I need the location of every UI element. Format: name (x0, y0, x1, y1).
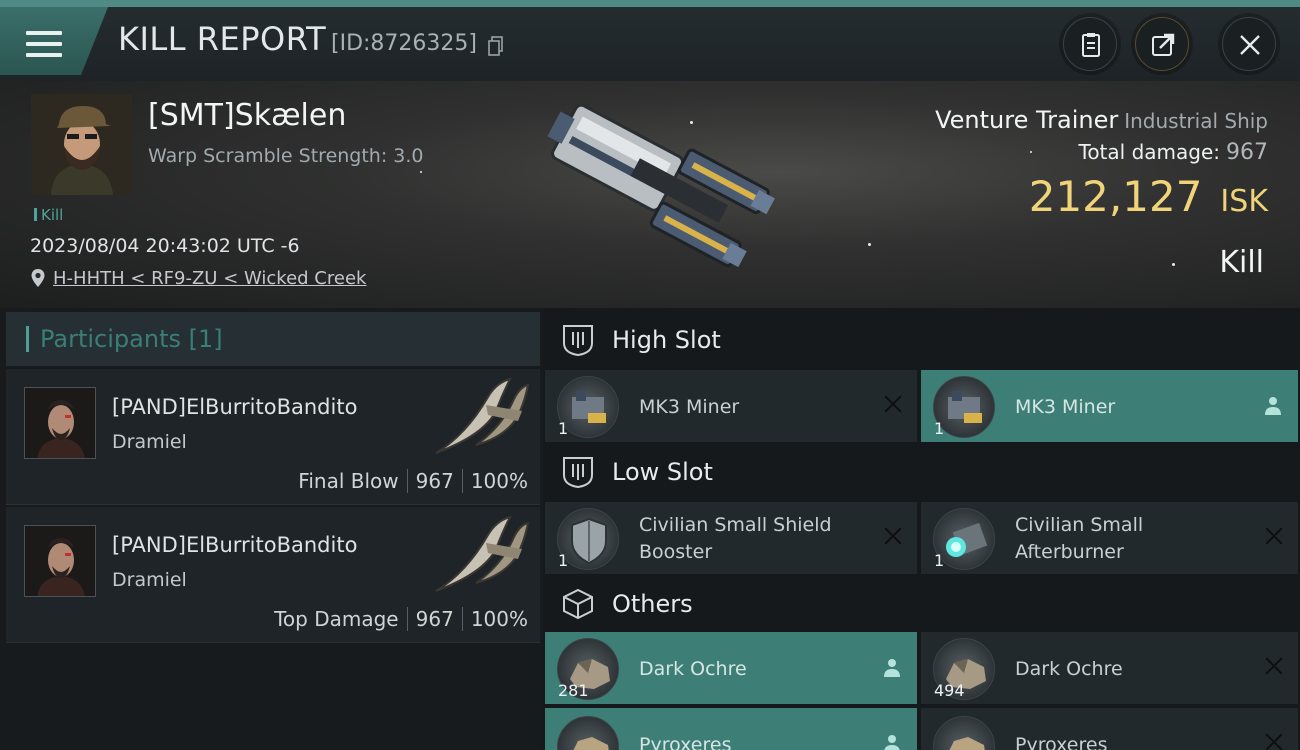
cargo-item[interactable]: Pyroxeres (545, 708, 917, 750)
module-item[interactable]: 1 Civilian Small Shield Booster (545, 502, 917, 574)
ship-info: Venture Trainer Industrial Ship (935, 106, 1268, 134)
participant-ship-image[interactable] (426, 513, 530, 593)
victim-name[interactable]: [SMT]Skælen (148, 98, 346, 133)
participant-ship: Dramiel (112, 569, 187, 591)
cargo-box-icon (563, 588, 593, 620)
module-item[interactable]: 1 MK3 Miner (545, 370, 917, 442)
participant-percent: 100% (470, 607, 528, 631)
ship-image[interactable] (515, 88, 790, 298)
page-title: KILL REPORT (118, 20, 327, 58)
close-button[interactable] (1222, 17, 1276, 71)
item-name: Dark Ochre (1015, 658, 1123, 680)
total-damage: Total damage: 967 (1079, 140, 1269, 165)
isk-value: 212,127 ISK (1029, 172, 1268, 221)
copy-icon[interactable] (488, 36, 504, 56)
item-quantity: 1 (558, 419, 569, 438)
item-name-line2: Booster (639, 541, 713, 563)
location-link[interactable]: H-HHTH < RF9-ZU < Wicked Creek (53, 268, 366, 289)
clipboard-icon (1082, 33, 1100, 57)
item-quantity: 494 (934, 681, 965, 700)
module-item[interactable]: 1 Civilian Small Afterburner (921, 502, 1298, 574)
cargo-item[interactable]: 494 Dark Ochre (921, 632, 1298, 704)
warp-scramble-strength: Warp Scramble Strength: 3.0 (148, 145, 424, 167)
participant-ship: Dramiel (112, 431, 187, 453)
item-quantity: 1 (934, 551, 945, 570)
high-slot-label: High Slot (612, 326, 721, 354)
participant-avatar[interactable] (24, 387, 96, 459)
item-name-line1: Civilian Small (1015, 514, 1144, 536)
low-slot-label: Low Slot (612, 458, 713, 486)
destroyed-icon (1264, 656, 1284, 676)
total-damage-label: Total damage: (1078, 140, 1221, 164)
destroyed-icon (883, 526, 903, 546)
item-name: Pyroxeres (639, 734, 732, 750)
share-icon (1152, 33, 1175, 56)
kill-tag: Kill (34, 206, 63, 224)
dropped-person-icon (884, 735, 900, 750)
top-accent-line (0, 0, 1300, 7)
ore-icon (933, 716, 995, 750)
high-slot-icon (563, 325, 593, 357)
destroyed-icon (1264, 526, 1284, 546)
participants-title: Participants [1] (40, 325, 223, 353)
participant-role: Final Blow (298, 469, 399, 493)
others-header: Others (543, 574, 1300, 634)
participant-role: Top Damage (274, 607, 399, 631)
item-name-line2: Afterburner (1015, 541, 1124, 563)
high-slot-header: High Slot (543, 310, 1300, 370)
clipboard-button[interactable] (1063, 17, 1117, 71)
isk-amount: 212,127 (1028, 172, 1203, 221)
cargo-item[interactable]: 281 Dark Ochre (545, 632, 917, 704)
dropped-person-icon (884, 659, 900, 677)
item-name: Pyroxeres (1015, 734, 1108, 750)
participant-damage: 967 (415, 607, 454, 631)
module-item[interactable]: 1 MK3 Miner (921, 370, 1298, 442)
destroyed-icon (883, 394, 903, 414)
item-name-line1: Civilian Small Shield (639, 514, 832, 536)
share-button[interactable] (1135, 17, 1189, 71)
item-name: Dark Ochre (639, 658, 747, 680)
item-quantity: 281 (558, 681, 589, 700)
participant-name[interactable]: [PAND]ElBurritoBandito (112, 395, 357, 419)
participant-damage: 967 (415, 469, 454, 493)
report-id: [ID:8726325] (331, 31, 477, 56)
total-damage-value: 967 (1226, 140, 1268, 165)
item-quantity: 1 (934, 419, 945, 438)
participant-stats: Top Damage 967 100% (274, 607, 528, 631)
destroyed-icon (1264, 732, 1284, 750)
participant-stats: Final Blow 967 100% (298, 469, 528, 493)
participant-row[interactable]: [PAND]ElBurritoBandito Dramiel Top Damag… (6, 507, 540, 643)
close-icon (1240, 35, 1260, 55)
participant-percent: 100% (470, 469, 528, 493)
low-slot-header: Low Slot (543, 442, 1300, 502)
hamburger-menu-icon (26, 29, 62, 59)
participant-row[interactable]: [PAND]ElBurritoBandito Dramiel Final Blo… (6, 369, 540, 505)
victim-portrait[interactable] (31, 94, 132, 195)
participant-name[interactable]: [PAND]ElBurritoBandito (112, 533, 357, 557)
dropped-person-icon (1265, 397, 1281, 415)
cargo-item[interactable]: Pyroxeres (921, 708, 1298, 750)
item-name: MK3 Miner (1015, 396, 1116, 418)
ship-name[interactable]: Venture Trainer (935, 106, 1118, 134)
participant-avatar[interactable] (24, 525, 96, 597)
item-name: MK3 Miner (639, 396, 740, 418)
ship-class: Industrial Ship (1124, 109, 1268, 133)
kill-datetime: 2023/08/04 20:43:02 UTC -6 (30, 235, 300, 257)
item-quantity: 1 (558, 551, 569, 570)
result-label: Kill (1219, 245, 1264, 280)
isk-unit: ISK (1220, 184, 1268, 219)
location-pin-icon (31, 269, 45, 287)
ore-icon (557, 716, 619, 750)
participant-ship-image[interactable] (426, 375, 530, 455)
others-label: Others (612, 590, 693, 618)
low-slot-icon (563, 457, 593, 489)
